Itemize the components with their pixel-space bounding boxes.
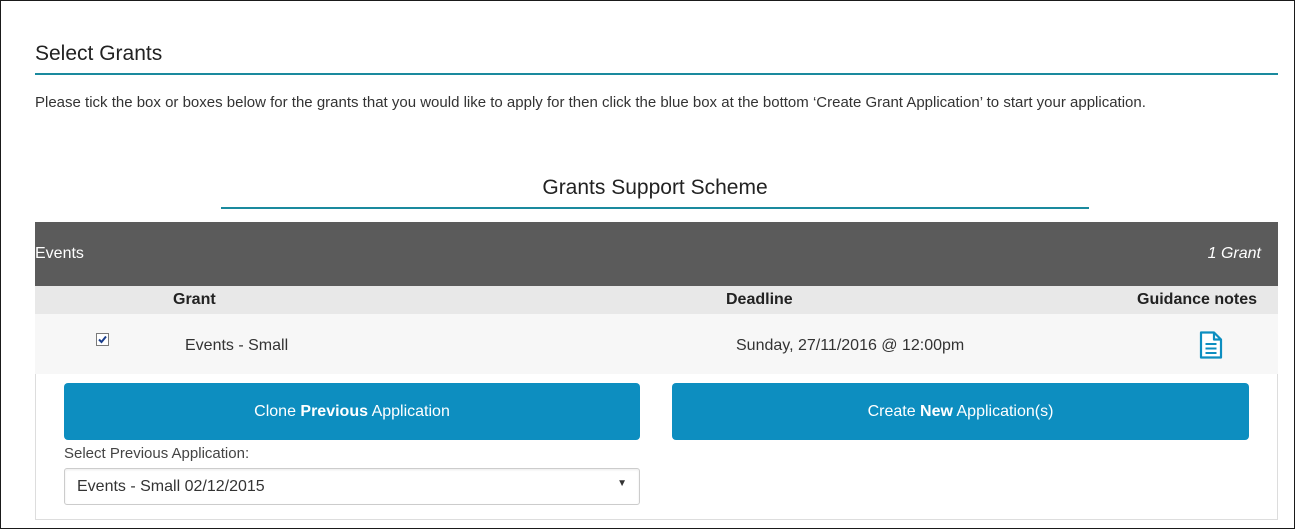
create-new-application-button[interactable]: Create New Application(s) — [672, 383, 1249, 440]
caret-down-icon: ▼ — [617, 478, 627, 489]
clone-button-bold: Previous — [300, 403, 368, 420]
create-button-bold: New — [920, 403, 953, 420]
table-row: Events - Small Sunday, 27/11/2016 @ 12:0… — [35, 314, 1278, 374]
create-button-suffix: Application(s) — [952, 403, 1054, 420]
clone-button-suffix: Application — [368, 403, 450, 420]
category-name: Events — [35, 245, 84, 262]
clone-button-prefix: Clone — [254, 403, 301, 420]
grant-deadline: Sunday, 27/11/2016 @ 12:00pm — [736, 337, 965, 354]
previous-application-select[interactable]: Events - Small 02/12/2015 ▼ — [64, 468, 640, 505]
clone-previous-application-button[interactable]: Clone Previous Application — [64, 383, 640, 440]
column-header-deadline: Deadline — [726, 291, 793, 308]
create-button-prefix: Create — [867, 403, 921, 420]
page-title: Select Grants — [35, 42, 163, 65]
intro-text: Please tick the box or boxes below for t… — [35, 94, 1146, 111]
table-header: Grant Deadline Guidance notes — [35, 286, 1278, 314]
grant-name: Events - Small — [185, 337, 289, 354]
column-header-guidance: Guidance notes — [1137, 291, 1258, 308]
scheme-title: Grants Support Scheme — [542, 176, 768, 199]
grant-count: 1 Grant — [1207, 245, 1261, 262]
column-header-grant: Grant — [173, 291, 216, 308]
grant-checkbox[interactable] — [96, 333, 109, 346]
category-header: Events 1 Grant — [35, 222, 1278, 286]
select-previous-label: Select Previous Application: — [64, 445, 250, 462]
scheme-divider — [221, 207, 1089, 209]
title-divider — [35, 73, 1278, 75]
select-value: Events - Small 02/12/2015 — [77, 478, 265, 495]
checkmark-icon — [98, 335, 107, 344]
document-icon[interactable] — [1199, 331, 1223, 364]
